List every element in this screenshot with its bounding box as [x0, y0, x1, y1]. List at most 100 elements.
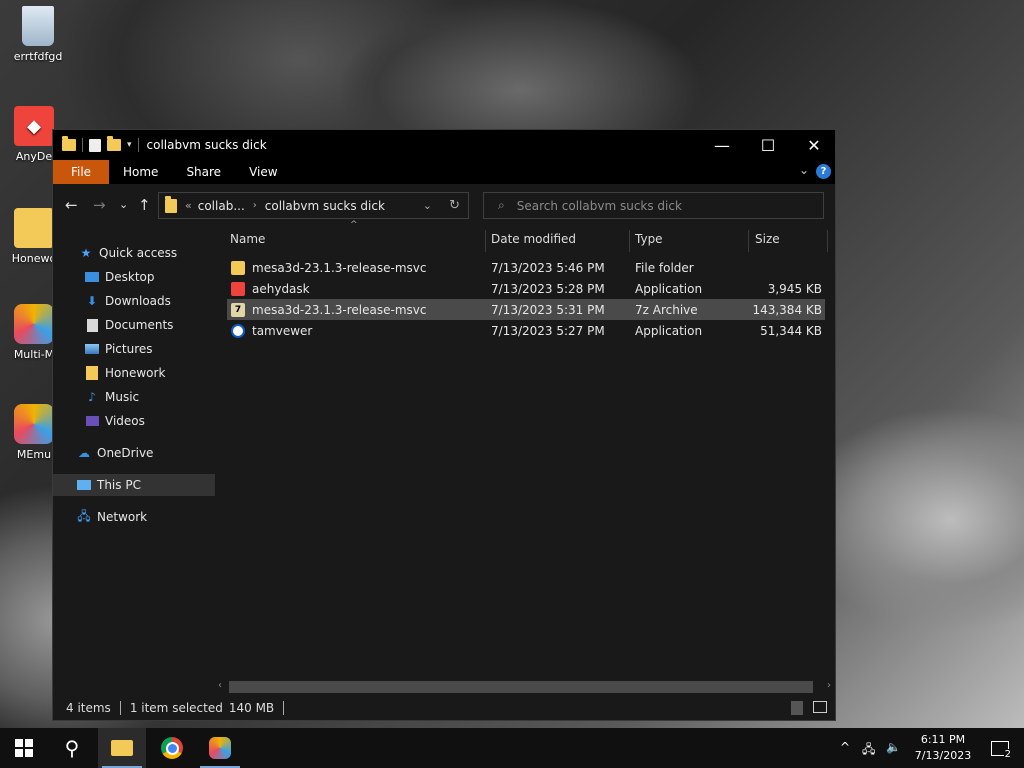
horizontal-scrollbar[interactable]: ‹ ›: [215, 678, 835, 696]
expand-ribbon-icon[interactable]: ⌄: [799, 163, 809, 177]
breadcrumb-item[interactable]: collab...: [198, 199, 245, 213]
refresh-icon[interactable]: ↻: [449, 198, 460, 213]
nav-item-honework[interactable]: Honework: [53, 362, 241, 384]
details-view-icon[interactable]: [791, 701, 803, 715]
taskbar-file-explorer[interactable]: [98, 728, 146, 768]
nav-item-network[interactable]: 🖧 Network: [53, 506, 233, 528]
forward-button[interactable]: →: [93, 196, 106, 214]
back-button[interactable]: ←: [65, 196, 78, 214]
close-button[interactable]: ✕: [791, 130, 837, 160]
large-icons-view-icon[interactable]: [813, 701, 827, 713]
star-icon: ★: [80, 246, 92, 260]
breadcrumb-overflow[interactable]: «: [185, 199, 192, 212]
folder-icon: [85, 366, 99, 380]
file-size: 51,344 KB: [760, 323, 822, 338]
network-icon[interactable]: 🖧: [862, 740, 875, 761]
minimize-button[interactable]: —: [699, 130, 745, 160]
file-size: 3,945 KB: [767, 281, 822, 296]
nav-item-documents[interactable]: Documents 📌: [53, 314, 241, 336]
taskbar-chrome[interactable]: [148, 728, 196, 768]
taskbar-app[interactable]: [196, 728, 244, 768]
cloud-icon: ☁: [78, 446, 90, 460]
file-date: 7/13/2023 5:46 PM: [491, 260, 605, 275]
up-button[interactable]: ↑: [138, 196, 151, 214]
search-button[interactable]: ⚲: [48, 728, 96, 768]
column-header-type[interactable]: Type: [635, 226, 745, 252]
nav-item-desktop[interactable]: Desktop 📌: [53, 266, 241, 288]
anydesk-icon: ◆: [14, 106, 54, 146]
nav-item-quick-access[interactable]: ★ Quick access: [53, 242, 235, 264]
scroll-left-icon[interactable]: ‹: [218, 680, 222, 691]
maximize-button[interactable]: ☐: [745, 130, 791, 160]
scrollbar-thumb[interactable]: [229, 681, 813, 693]
nav-item-videos[interactable]: Videos: [53, 410, 241, 432]
7z-archive-icon: 7: [231, 302, 245, 317]
app-icon: [209, 737, 231, 759]
column-divider[interactable]: [827, 230, 828, 252]
multi-instance-icon: [14, 304, 54, 344]
file-name: mesa3d-23.1.3-release-msvc: [252, 260, 427, 275]
action-center-button[interactable]: 2: [976, 728, 1024, 768]
tab-home[interactable]: Home: [109, 160, 172, 184]
file-row[interactable]: tamvewer 7/13/2023 5:27 PM Application 5…: [227, 320, 825, 341]
show-hidden-icons-icon[interactable]: ^: [840, 740, 850, 754]
nav-label: Videos: [105, 414, 145, 428]
computer-icon: [77, 478, 91, 492]
recent-locations-button[interactable]: ⌄: [119, 198, 128, 211]
help-button[interactable]: ?: [816, 164, 831, 179]
clock-time: 6:11 PM: [920, 733, 966, 746]
desktop-icon: [85, 270, 99, 284]
status-bar: 4 items 1 item selected 140 MB: [53, 696, 835, 720]
tab-file[interactable]: File: [53, 160, 109, 184]
nav-item-pictures[interactable]: Pictures 📌: [53, 338, 241, 360]
column-divider[interactable]: [748, 230, 749, 252]
nav-item-music[interactable]: ♪ Music: [53, 386, 241, 408]
address-bar[interactable]: « collab... › collabvm sucks dick ⌄ ↻: [158, 192, 469, 219]
file-row-selected[interactable]: 7 mesa3d-23.1.3-release-msvc 7/13/2023 5…: [227, 299, 825, 320]
file-size: 143,384 KB: [752, 302, 822, 317]
column-header-size[interactable]: Size: [755, 226, 825, 252]
scroll-right-icon[interactable]: ›: [827, 680, 831, 691]
nav-label: Pictures: [105, 342, 153, 356]
chevron-down-icon[interactable]: ▾: [127, 140, 132, 150]
nav-label: Music: [105, 390, 140, 404]
title-bar[interactable]: ▾ collabvm sucks dick — ☐ ✕: [53, 130, 835, 160]
navigation-pane: ★ Quick access Desktop 📌 ⬇ Downloads 📌 D…: [53, 226, 237, 696]
tab-view[interactable]: View: [235, 160, 291, 184]
column-divider[interactable]: [485, 230, 486, 252]
column-header-date[interactable]: Date modified: [491, 226, 627, 252]
navigation-bar: ← → ⌄ ↑ « collab... › collabvm sucks dic…: [53, 184, 835, 226]
memu-icon: [14, 404, 54, 444]
file-explorer-icon: [111, 740, 133, 756]
recycle-bin-icon: [22, 6, 54, 46]
selection-size: 140 MB: [228, 701, 275, 715]
tab-share[interactable]: Share: [172, 160, 235, 184]
nav-label: Desktop: [105, 270, 155, 284]
start-button[interactable]: [0, 728, 48, 768]
nav-item-this-pc[interactable]: This PC: [53, 474, 233, 496]
column-header-name[interactable]: Name: [230, 226, 480, 252]
new-folder-icon[interactable]: [107, 136, 121, 151]
properties-icon[interactable]: [89, 138, 101, 152]
breadcrumb-separator-icon[interactable]: ›: [253, 200, 257, 211]
network-icon: 🖧: [77, 508, 91, 523]
volume-muted-icon[interactable]: 🔈: [886, 740, 901, 754]
nav-label: Downloads: [105, 294, 171, 308]
nav-label: This PC: [97, 478, 141, 492]
divider: [283, 701, 285, 715]
breadcrumb-current[interactable]: collabvm sucks dick: [265, 199, 385, 213]
search-input[interactable]: Search collabvm sucks dick: [517, 199, 682, 213]
file-row[interactable]: mesa3d-23.1.3-release-msvc 7/13/2023 5:4…: [227, 257, 825, 278]
system-clock[interactable]: 6:11 PM 7/13/2023: [908, 732, 978, 764]
desktop-icon-recycle-bin[interactable]: errtfdfgd: [0, 6, 76, 63]
file-size: [747, 257, 822, 278]
search-box[interactable]: ⌕ Search collabvm sucks dick: [483, 192, 824, 219]
address-dropdown-icon[interactable]: ⌄: [423, 199, 432, 212]
nav-item-downloads[interactable]: ⬇ Downloads 📌: [53, 290, 241, 312]
column-divider[interactable]: [629, 230, 630, 252]
nav-item-onedrive[interactable]: ☁ OneDrive: [53, 442, 233, 464]
search-icon: ⚲: [64, 736, 80, 760]
file-row[interactable]: aehydask 7/13/2023 5:28 PM Application 3…: [227, 278, 825, 299]
column-headers: Name Date modified Type Size: [215, 226, 835, 253]
nav-label: Network: [97, 510, 148, 524]
